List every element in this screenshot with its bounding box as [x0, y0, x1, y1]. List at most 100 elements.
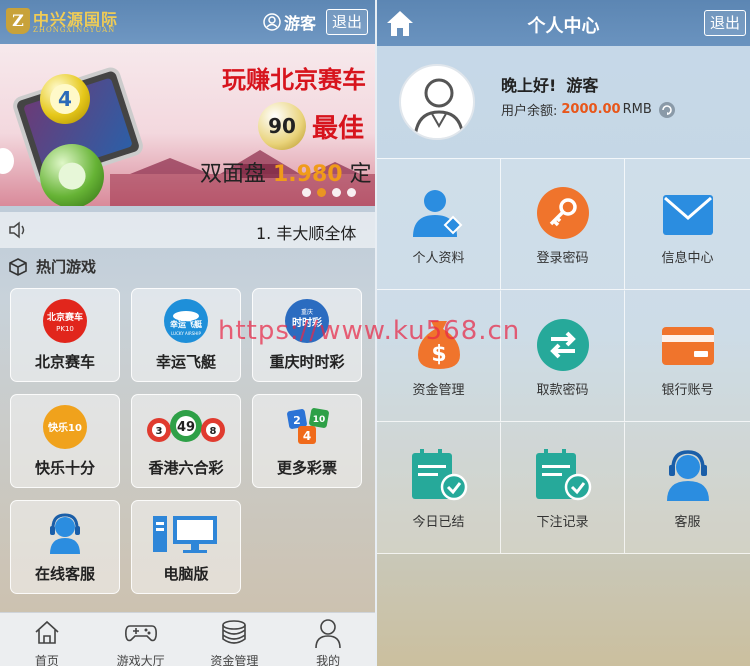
svg-text:快乐10: 快乐10 — [47, 421, 82, 434]
home-icon — [35, 620, 59, 644]
key-icon — [536, 187, 589, 239]
game-label: 香港六合彩 — [148, 459, 224, 477]
svg-text:10: 10 — [313, 415, 326, 425]
online-service-icon — [50, 513, 80, 554]
user-link[interactable]: 游客 — [263, 11, 316, 33]
game-label: 幸运飞艇 — [155, 353, 216, 371]
top-bar: 个人中心 退出 — [377, 0, 750, 46]
profile-card: 晚上好! 游客 用户余额: 2000.00 RMB — [377, 46, 750, 158]
svg-text:PK10: PK10 — [56, 325, 74, 333]
refresh-icon[interactable] — [658, 101, 676, 119]
menu-personal-info[interactable]: 个人资料 — [377, 158, 501, 290]
nav-home[interactable]: 首页 — [0, 613, 94, 666]
game-label: 快乐十分 — [34, 459, 95, 477]
bottom-nav: 首页 游戏大厅 资金管理 我的 — [0, 612, 375, 666]
menu-login-password[interactable]: 登录密码 — [501, 158, 625, 290]
svg-text:重庆: 重庆 — [301, 308, 313, 316]
game-card-more[interactable]: 2 4 10 更多彩票 — [252, 394, 362, 488]
logout-button[interactable]: 退出 — [704, 10, 746, 36]
cqssc-icon: 重庆时时彩 — [285, 299, 329, 343]
game-card-happy-ten[interactable]: 快乐10 快乐十分 — [10, 394, 120, 488]
game-label: 重庆时时彩 — [269, 353, 345, 371]
person-icon — [315, 619, 341, 648]
menu-bet-record[interactable]: 下注记录 — [501, 422, 625, 554]
user-silhouette-icon — [413, 78, 465, 138]
menu-bank-account[interactable]: 银行账号 — [625, 290, 750, 422]
greeting: 晚上好! 游客 — [501, 76, 599, 95]
hk-mark-six-icon: 3 49 8 — [147, 410, 225, 442]
customer-service-icon — [666, 450, 709, 501]
svg-text:幸运飞艇: 幸运飞艇 — [170, 319, 203, 329]
game-card-desktop[interactable]: 电脑版 — [131, 500, 241, 594]
game-card-bjpk10[interactable]: 北京赛车 PK10 北京赛车 — [10, 288, 120, 382]
top-bar: Z 中兴源国际 ZHONGXINGYUAN 游客 退出 — [0, 0, 375, 44]
game-card-hk-mark-six[interactable]: 3 49 8 香港六合彩 — [131, 394, 241, 488]
banner-title: 玩赚北京赛车 — [222, 66, 366, 94]
money-bag-icon: $ — [417, 321, 460, 369]
svg-text:$: $ — [431, 342, 446, 367]
settled-today-icon — [411, 449, 467, 501]
desktop-icon — [153, 516, 217, 553]
mail-icon — [662, 195, 713, 235]
banner-best: 最佳 — [312, 114, 365, 144]
nav-mine[interactable]: 我的 — [281, 613, 375, 666]
lottery-ball-icon: 4 — [40, 74, 90, 124]
bank-card-icon — [661, 327, 714, 365]
personal-center-screen: 个人中心 退出 晚上好! 游客 用户余额: 2000.00 RMB 个人资料 登录… — [377, 0, 750, 666]
user-name: 游客 — [284, 14, 317, 33]
avatar[interactable] — [399, 64, 475, 140]
game-card-online-service[interactable]: 在线客服 — [10, 500, 120, 594]
game-label: 电脑版 — [163, 565, 209, 583]
cube-icon — [9, 257, 27, 276]
svg-text:8: 8 — [210, 426, 217, 437]
svg-text:3: 3 — [156, 426, 163, 437]
notice-text: 1. 丰大顺全体 — [256, 224, 357, 243]
home-screen: Z 中兴源国际 ZHONGXINGYUAN 游客 退出 4 90 玩赚北京赛车 — [0, 0, 375, 666]
game-card-cqssc[interactable]: 重庆 时时彩 重庆时时彩 — [252, 288, 362, 382]
bjpk10-icon: 北京赛车 PK10 — [43, 299, 87, 343]
logo-subtitle: ZHONGXINGYUAN — [33, 26, 116, 34]
svg-text:LUCKY AIRSHIP: LUCKY AIRSHIP — [171, 331, 201, 336]
balance-amount: 2000.00 — [561, 102, 621, 117]
svg-text:北京赛车: 北京赛车 — [47, 311, 83, 323]
lottery-ball-icon: 90 — [258, 102, 306, 150]
svg-text:2: 2 — [293, 414, 301, 427]
banner-odds: 双面盘 1.980 定 — [200, 162, 372, 187]
section-heading: 热门游戏 — [8, 256, 96, 277]
nav-game-hall[interactable]: 游戏大厅 — [94, 613, 188, 666]
logout-button[interactable]: 退出 — [326, 9, 368, 35]
carousel-dots[interactable] — [302, 188, 356, 197]
menu-settled-today[interactable]: 今日已结 — [377, 422, 501, 554]
nav-funds[interactable]: 资金管理 — [188, 613, 282, 666]
menu-withdraw-password[interactable]: 取款密码 — [501, 290, 625, 422]
menu-funds-management[interactable]: $ 资金管理 — [377, 290, 501, 422]
profile-icon — [412, 190, 462, 237]
svg-text:4: 4 — [303, 429, 311, 443]
menu-message-center[interactable]: 信息中心 — [625, 158, 750, 290]
gamepad-icon — [124, 625, 157, 642]
promo-banner[interactable]: 4 90 玩赚北京赛车 最佳 双面盘 1.980 定 — [0, 44, 375, 206]
exchange-icon — [536, 319, 589, 371]
game-label: 更多彩票 — [276, 459, 337, 477]
menu-customer-service[interactable]: 客服 — [625, 422, 750, 554]
lottery-ball-icon — [40, 144, 104, 206]
balance-row: 用户余额: 2000.00 RMB — [501, 100, 676, 119]
brand-logo[interactable]: Z 中兴源国际 ZHONGXINGYUAN — [6, 6, 117, 38]
more-lottery-icon: 2 4 10 — [287, 408, 329, 444]
svg-text:49: 49 — [177, 420, 195, 435]
coins-icon — [222, 620, 247, 644]
notice-marquee[interactable]: 1. 丰大顺全体 — [0, 212, 375, 248]
speaker-icon — [9, 221, 25, 239]
happy-ten-icon: 快乐10 — [43, 405, 87, 449]
logo-mark: Z — [6, 8, 30, 34]
game-label: 北京赛车 — [34, 353, 95, 371]
bet-record-icon — [535, 449, 591, 501]
currency: RMB — [622, 102, 652, 117]
menu-grid: 个人资料 登录密码 信息中心 $ 资金管理 取款密码 银行账号 今日已结 下注记 — [377, 158, 750, 554]
page-title: 个人中心 — [527, 16, 600, 37]
svg-text:时时彩: 时时彩 — [292, 316, 322, 329]
game-label: 在线客服 — [34, 565, 95, 583]
lucky-airship-icon: 幸运飞艇 LUCKY AIRSHIP — [164, 299, 208, 343]
game-card-lucky-airship[interactable]: 幸运飞艇 LUCKY AIRSHIP 幸运飞艇 — [131, 288, 241, 382]
user-circle-icon — [263, 13, 281, 31]
